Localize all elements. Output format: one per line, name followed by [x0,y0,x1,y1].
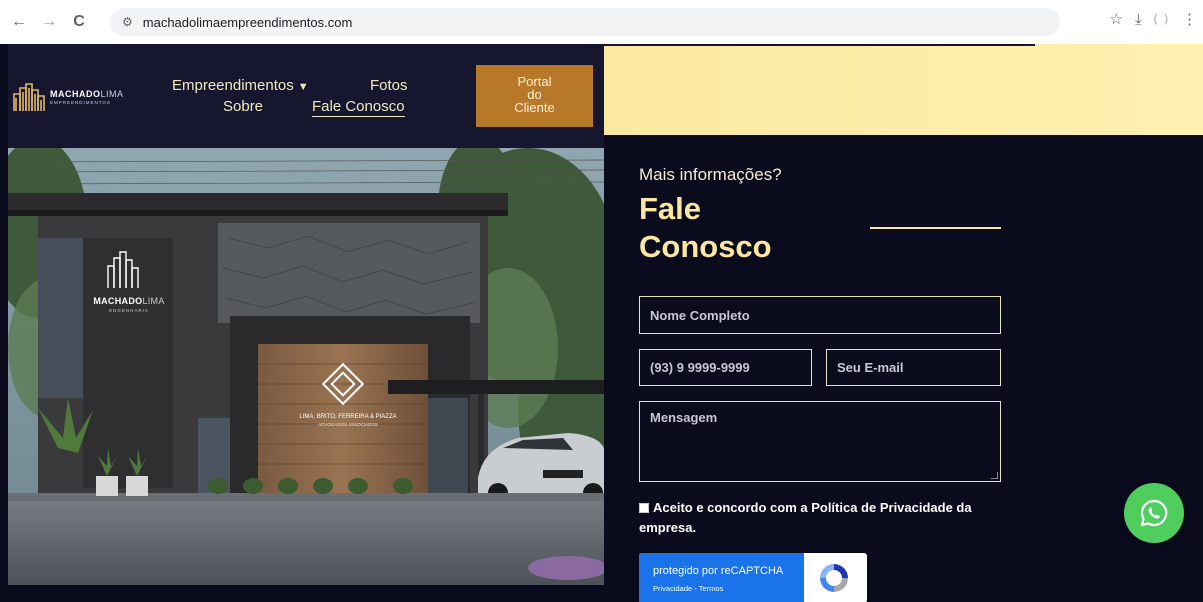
logo-subtitle: EMPREENDIMENTOS [50,100,111,105]
phone-placeholder: (93) 9 9999-9999 [650,360,750,375]
name-placeholder: Nome Completo [650,307,750,323]
address-bar[interactable]: ⚙ machadolimaempreendimentos.com [110,8,1060,36]
site-logo[interactable]: MACHADOLIMA EMPREENDIMENTOS [12,82,124,112]
contact-pretitle: Mais informações? [639,165,782,184]
contact-title-line1: Fale [639,191,702,226]
contact-title-line2: Conosco [639,229,772,264]
privacy-consent-label[interactable]: Aceito e concordo com a Política de Priv… [639,500,972,535]
recaptcha-title: protegido por reCAPTCHA [653,565,784,577]
contact-title: Fale Conosco [639,190,859,266]
browser-menu-icon[interactable]: ⋮ [1182,10,1197,28]
bookmark-star-icon[interactable]: ☆ [1110,10,1123,28]
phone-input[interactable]: (93) 9 9999-9999 [639,349,812,386]
toolbar-right: ☆ ⤓ ( ) ⋮ [1110,10,1197,29]
url-text[interactable]: machadolimaempreendimentos.com [143,15,353,30]
forward-icon[interactable]: → [38,11,60,33]
office-sign-line2: ADVOGADOS ASSOCIADOS [318,422,378,427]
sign-subtitle: ENGENHARIA [109,308,149,313]
whatsapp-button[interactable] [1124,483,1184,543]
recaptcha-links[interactable]: Privacidade - Termos [653,584,723,593]
buildings-logo-icon [13,83,45,111]
gold-band-divider [604,44,1035,46]
logo-brand: MACHADOLIMA [50,89,124,99]
site-header: MACHADOLIMA EMPREENDIMENTOS Empreendimen… [8,44,604,148]
title-underline [870,227,1001,229]
extension-indicator[interactable]: ( ) [1154,13,1170,25]
portal-do-cliente-button[interactable]: Portal do Cliente [476,65,593,127]
nav-fale-conosco[interactable]: Fale Conosco [312,98,405,117]
sign-brand: MACHADOLIMA [93,296,165,306]
nav-sobre[interactable]: Sobre [223,98,263,115]
office-sign-line1: LIMA, BRITO, FERREIRA & PIAZZA [299,414,397,420]
site-settings-icon[interactable]: ⚙ [122,15,133,29]
portal-label-3: Cliente [514,100,555,115]
message-textarea[interactable]: Mensagem [639,401,1001,482]
privacy-checkbox[interactable] [639,503,649,513]
nav-fotos[interactable]: Fotos [370,77,408,94]
back-icon[interactable]: ← [8,11,30,33]
download-icon[interactable]: ⤓ [1135,11,1142,28]
contact-section: Mais informações? Fale Conosco Nome Comp… [604,135,1203,602]
nav-empreendimentos[interactable]: Empreendimentos ▼ [172,77,309,94]
logo-text: MACHADOLIMA EMPREENDIMENTOS [50,89,124,105]
hero-building-image: MACHADOLIMA ENGENHARIA LIMA, BRITO, FERR… [8,148,604,585]
email-placeholder: Seu E-mail [837,360,904,375]
name-input[interactable]: Nome Completo [639,296,1001,334]
page: MACHADOLIMA EMPREENDIMENTOS Empreendimen… [0,44,1203,602]
browser-toolbar: ← → C ⚙ machadolimaempreendimentos.com ☆… [0,0,1203,44]
message-placeholder: Mensagem [650,410,718,425]
gold-band [604,44,1203,135]
chevron-down-icon: ▼ [297,81,309,93]
building-render [8,148,604,585]
recaptcha-info-panel: protegido por reCAPTCHA Privacidade - Te… [639,553,804,602]
recaptcha-badge[interactable]: protegido por reCAPTCHA Privacidade - Te… [639,553,867,602]
recaptcha-logo-icon [820,564,848,592]
whatsapp-icon [1140,499,1168,527]
email-input[interactable]: Seu E-mail [826,349,1001,386]
reload-icon[interactable]: C [68,11,90,33]
resize-handle-icon[interactable] [991,472,998,479]
privacy-consent: Aceito e concordo com a Política de Priv… [639,498,999,538]
